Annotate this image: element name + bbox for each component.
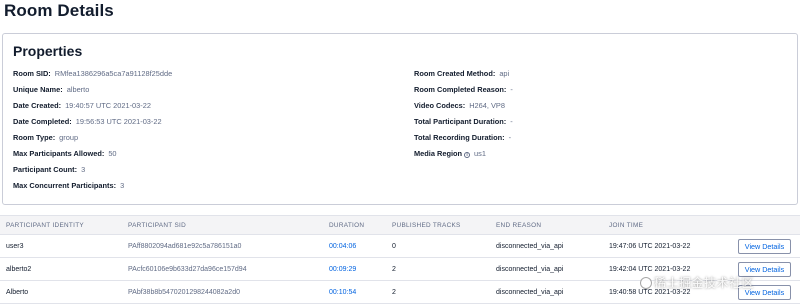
prop-value: 19:56:53 UTC 2021-03-22 [75,117,162,126]
prop-label: Total Participant Duration: [414,117,507,126]
cell-join-time: 19:47:06 UTC 2021-03-22 [609,243,691,250]
cell-identity: Alberto [6,289,29,296]
cell-duration: 00:10:54 [329,289,357,296]
prop-label: Room Created Method: [414,69,496,78]
prop-total-participant-duration: Total Participant Duration: - [414,117,513,127]
cell-end-reason: disconnected_via_api [496,243,564,250]
prop-value: - [508,133,512,142]
cell-tracks: 2 [392,266,396,273]
cell-sid: PAff8802094ad681e92c5a786151a0 [128,243,242,250]
prop-label: Media Region [414,149,463,158]
prop-value: - [510,85,513,94]
prop-value: - [510,117,513,126]
prop-value: 3 [120,181,125,190]
prop-value: group [59,133,79,142]
prop-room-type: Room Type: group [13,133,78,143]
column-header: PUBLISHED TRACKS [392,222,461,229]
column-header: END REASON [496,222,542,229]
column-header: PARTICIPANT SID [128,222,187,229]
prop-max-participants: Max Participants Allowed: 50 [13,149,117,159]
cell-sid: PAbf38b8b5470201298244082a2d0 [128,289,240,296]
column-header: JOIN TIME [609,222,644,229]
prop-value: RMfea1386296a5ca7a91128f25dde [54,69,173,78]
properties-card: Properties Room SID: RMfea1386296a5ca7a91… [2,33,798,205]
page-title: Room Details [4,1,114,20]
cell-join-time: 19:42:04 UTC 2021-03-22 [609,266,691,273]
prop-room-sid: Room SID: RMfea1386296a5ca7a91128f25dde [13,69,172,79]
prop-label: Room SID: [13,69,51,78]
cell-sid: PAcfc60106e9b633d27da96ce157d94 [128,266,247,273]
prop-value: 3 [81,165,86,174]
prop-label: Participant Count: [13,165,78,174]
prop-participant-count: Participant Count: 3 [13,165,85,175]
prop-date-created: Date Created: 19:40:57 UTC 2021-03-22 [13,101,151,111]
prop-value: 19:40:57 UTC 2021-03-22 [65,101,151,110]
cell-tracks: 2 [392,289,396,296]
prop-date-completed: Date Completed: 19:56:53 UTC 2021-03-22 [13,117,162,127]
prop-label: Room Type: [13,133,56,142]
cell-duration: 00:09:29 [329,266,357,273]
cell-duration: 00:04:06 [329,243,357,250]
prop-label: Room Completed Reason: [414,85,507,94]
column-header: PARTICIPANT IDENTITY [6,222,84,229]
cell-end-reason: disconnected_via_api [496,266,564,273]
prop-value: api [499,69,510,78]
cell-identity: alberto2 [6,266,32,273]
prop-value: H264, VP8 [469,101,505,110]
watermark: 稀土掘金技术社区 [640,274,754,291]
prop-media-region: Media Region i us1 [414,149,486,159]
cell-end-reason: disconnected_via_api [496,289,564,296]
cell-tracks: 0 [392,243,396,250]
prop-label: Date Created: [13,101,62,110]
prop-total-recording-duration: Total Recording Duration: - [414,133,511,143]
prop-label: Unique Name: [13,85,63,94]
info-icon[interactable]: i [464,152,471,158]
prop-value: alberto [66,85,90,94]
view-details-button[interactable]: View Details [738,239,791,254]
juejin-logo-icon [640,277,652,289]
cell-identity: user3 [6,243,24,250]
properties-heading: Properties [13,43,83,59]
prop-label: Video Codecs: [414,101,466,110]
prop-video-codecs: Video Codecs: H264, VP8 [414,101,505,111]
prop-label: Max Concurrent Participants: [13,181,117,190]
column-header: DURATION [329,222,365,229]
prop-label: Date Completed: [13,117,72,126]
prop-created-method: Room Created Method: api [414,69,509,79]
table-row: user3 PAff8802094ad681e92c5a786151a0 00:… [0,235,800,258]
prop-label: Max Participants Allowed: [13,149,105,158]
table-header: PARTICIPANT IDENTITY PARTICIPANT SID DUR… [0,215,800,235]
prop-value: us1 [474,149,486,158]
prop-completed-reason: Room Completed Reason: - [414,85,513,95]
prop-unique-name: Unique Name: alberto [13,85,89,95]
watermark-text: 稀土掘金技术社区 [654,276,755,290]
prop-value: 50 [108,149,117,158]
prop-max-concurrent: Max Concurrent Participants: 3 [13,181,124,191]
prop-label: Total Recording Duration: [414,133,505,142]
